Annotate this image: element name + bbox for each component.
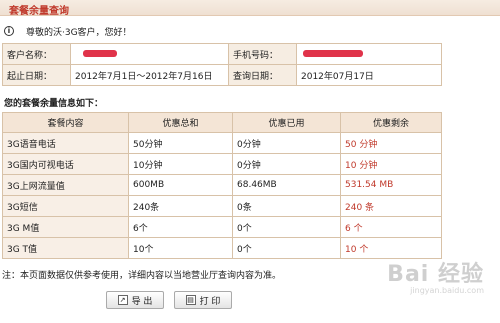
info-row: 客户名称： 手机号码： bbox=[2, 43, 442, 65]
footnote: 注：本页面数据仅供参考使用，详细内容以当地营业厅查询内容为准。 bbox=[2, 271, 282, 281]
table-cell: 3G T值 bbox=[2, 237, 129, 259]
table-cell: 240条 bbox=[128, 195, 233, 217]
column-header: 优惠总和 bbox=[128, 112, 233, 133]
table-cell: 3G短信 bbox=[2, 195, 129, 217]
redacted-customer-name bbox=[83, 50, 117, 57]
table-cell: 50分钟 bbox=[128, 132, 233, 154]
table-cell: 0分钟 bbox=[232, 153, 341, 175]
phone-value bbox=[296, 43, 442, 65]
table-cell: 0个 bbox=[232, 237, 341, 259]
table-cell: 6个 bbox=[128, 216, 233, 238]
printer-icon: ▤ bbox=[185, 295, 196, 305]
table-cell: 3G上网流量值 bbox=[2, 174, 129, 196]
date-range-value: 2012年7月1日～2012年7月16日 bbox=[70, 64, 229, 86]
table-row: 3G短信 240条 0条 240 条 bbox=[2, 195, 442, 217]
section-subtitle: 您的套餐余量信息如下： bbox=[4, 99, 104, 109]
table-cell: 531.54 MB bbox=[340, 174, 442, 196]
page-header: 套餐余量查询 bbox=[0, 0, 500, 17]
table-cell: 0个 bbox=[232, 216, 341, 238]
watermark-url: jingyan.baidu.com bbox=[410, 286, 484, 295]
table-cell: 3G国内可视电话 bbox=[2, 153, 129, 175]
column-header: 优惠已用 bbox=[232, 112, 341, 133]
export-button[interactable]: ↗ 导 出 bbox=[106, 291, 164, 309]
greeting-text: 尊敬的沃·3G客户，您好！ bbox=[26, 27, 132, 38]
export-icon: ↗ bbox=[117, 295, 128, 305]
action-buttons: ↗ 导 出 ▤ 打 印 bbox=[106, 291, 232, 309]
table-cell: 0条 bbox=[232, 195, 341, 217]
table-row: 3G语音电话 50分钟 0分钟 50 分钟 bbox=[2, 132, 442, 154]
table-row: 3G M值 6个 0个 6 个 bbox=[2, 216, 442, 238]
customer-info-table: 客户名称： 手机号码： 起止日期： 2012年7月1日～2012年7月16日 查… bbox=[2, 43, 442, 86]
date-range-label: 起止日期： bbox=[2, 64, 71, 86]
table-row: 3G国内可视电话 10分钟 0分钟 10 分钟 bbox=[2, 153, 442, 175]
query-date-value: 2012年07月17日 bbox=[296, 64, 442, 86]
greeting-notice: i 尊敬的沃·3G客户，您好！ bbox=[4, 24, 132, 38]
package-balance-table: 套餐内容 优惠总和 优惠已用 优惠剩余 3G语音电话 50分钟 0分钟 50 分… bbox=[2, 112, 442, 259]
table-cell: 3G M值 bbox=[2, 216, 129, 238]
table-cell: 10分钟 bbox=[128, 153, 233, 175]
watermark-logo: Bai 经验 bbox=[387, 262, 484, 287]
info-icon: i bbox=[4, 26, 14, 36]
print-button[interactable]: ▤ 打 印 bbox=[174, 291, 232, 309]
export-label: 导 出 bbox=[131, 296, 153, 307]
table-header-row: 套餐内容 优惠总和 优惠已用 优惠剩余 bbox=[2, 112, 442, 133]
table-cell: 3G语音电话 bbox=[2, 132, 129, 154]
info-row: 起止日期： 2012年7月1日～2012年7月16日 查询日期： 2012年07… bbox=[2, 64, 442, 86]
column-header: 套餐内容 bbox=[2, 112, 129, 133]
table-row: 3G T值 10个 0个 10 个 bbox=[2, 237, 442, 259]
column-header: 优惠剩余 bbox=[340, 112, 442, 133]
table-cell: 50 分钟 bbox=[340, 132, 442, 154]
print-label: 打 印 bbox=[199, 296, 221, 307]
table-cell: 600MB bbox=[128, 174, 233, 196]
page-title: 套餐余量查询 bbox=[9, 6, 69, 17]
table-row: 3G上网流量值 600MB 68.46MB 531.54 MB bbox=[2, 174, 442, 196]
table-cell: 6 个 bbox=[340, 216, 442, 238]
customer-name-value bbox=[70, 43, 229, 65]
table-cell: 240 条 bbox=[340, 195, 442, 217]
query-date-label: 查询日期： bbox=[228, 64, 297, 86]
redacted-phone-number bbox=[303, 50, 363, 57]
table-cell: 68.46MB bbox=[232, 174, 341, 196]
customer-name-label: 客户名称： bbox=[2, 43, 71, 65]
phone-label: 手机号码： bbox=[228, 43, 297, 65]
table-cell: 10 分钟 bbox=[340, 153, 442, 175]
table-cell: 0分钟 bbox=[232, 132, 341, 154]
table-cell: 10个 bbox=[128, 237, 233, 259]
